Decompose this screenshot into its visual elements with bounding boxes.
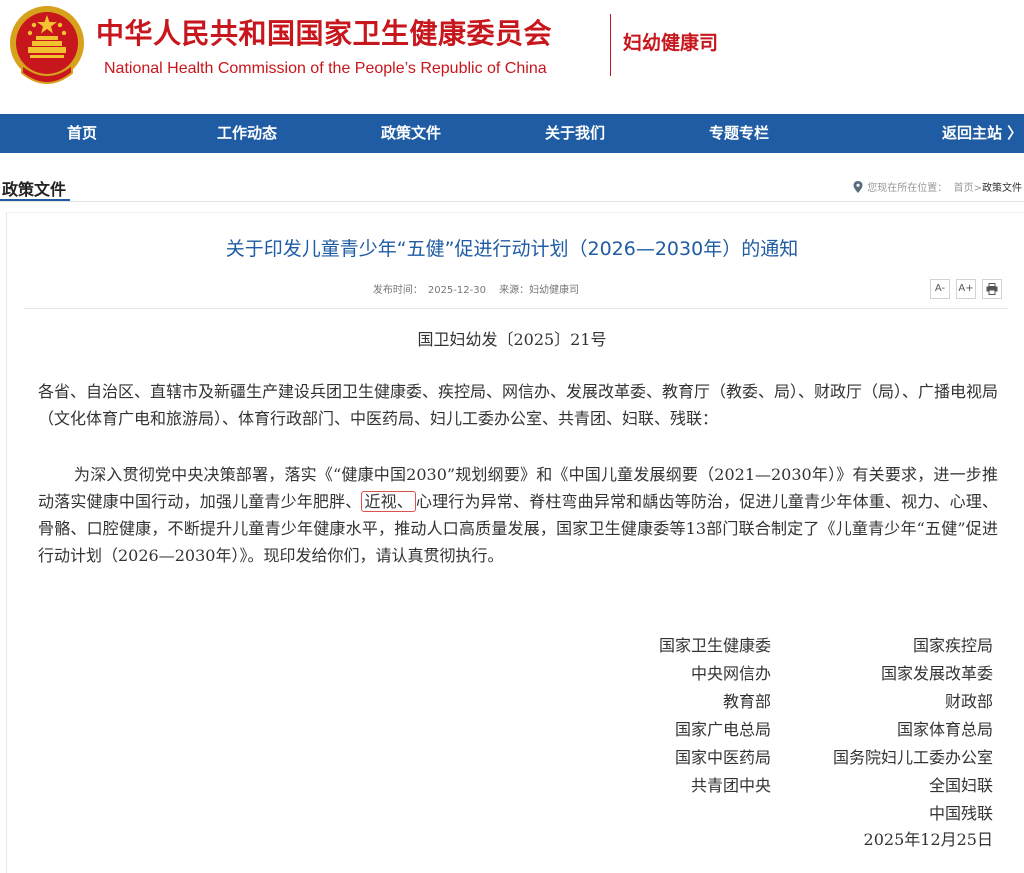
signatory-right: 全国妇联 <box>928 776 993 795</box>
article-meta: 发布时间： 2025-12-30 来源：妇幼健康司 <box>372 285 580 296</box>
signatory-left: 国家卫生健康委 <box>658 636 771 655</box>
nav-item-about-us[interactable]: 关于我们 <box>532 114 618 153</box>
signatory-right: 中国残联 <box>928 804 993 823</box>
signatory-left: 共青团中央 <box>690 776 771 795</box>
breadcrumb-label: 您现在所在位置： <box>867 183 948 194</box>
nav-item-back-to-main[interactable]: 返回主站 〉 <box>942 114 1024 153</box>
location-pin-icon <box>853 181 863 193</box>
font-decrease-button[interactable]: A- <box>930 279 950 299</box>
nav-item-home[interactable]: 首页 <box>42 114 122 153</box>
site-header: 中华人民共和国国家卫生健康委员会 National Health Commiss… <box>0 0 1024 114</box>
signatory-left: 国家中医药局 <box>674 748 771 767</box>
signatory-right: 国家体育总局 <box>896 720 993 739</box>
nav-item-policy-docs[interactable]: 政策文件 <box>368 114 454 153</box>
print-button[interactable] <box>982 279 1002 299</box>
breadcrumb-home-link[interactable]: 首页> <box>954 183 982 194</box>
document-date: 2025年12月25日 <box>863 830 993 849</box>
article-title: 关于印发儿童青少年“五健”促进行动计划（2026—2030年）的通知 <box>225 238 799 260</box>
national-emblem-icon[interactable] <box>8 3 86 87</box>
title-divider <box>24 308 1008 309</box>
breadcrumb-current[interactable]: 政策文件 <box>982 183 1022 194</box>
signatory-right: 国务院妇儿工委办公室 <box>832 748 993 767</box>
header-divider <box>610 14 611 76</box>
addressees: 各省、自治区、直辖市及新疆生产建设兵团卫生健康委、疾控局、网信办、发展改革委、教… <box>38 382 999 428</box>
signatory-left: 教育部 <box>722 692 771 711</box>
print-icon <box>986 283 998 295</box>
document-number: 国卫妇幼发〔2025〕21号 <box>417 330 607 349</box>
signatory-right: 国家发展改革委 <box>880 664 993 683</box>
highlighted-term: 近视、 <box>361 491 416 512</box>
signatory-right: 国家疾控局 <box>912 636 993 655</box>
section-title: 政策文件 <box>2 180 67 199</box>
department-name[interactable]: 妇幼健康司 <box>623 28 718 55</box>
nav-item-special-topics[interactable]: 专题专栏 <box>696 114 782 153</box>
breadcrumb-bar: 政策文件 您现在所在位置： 首页>政策文件 <box>0 172 1024 202</box>
site-name-en[interactable]: National Health Commission of the People… <box>104 60 547 78</box>
breadcrumb: 您现在所在位置： 首页>政策文件 <box>853 179 1022 194</box>
body-paragraph: 为深入贯彻党中央决策部署，落实《“健康中国2030”规划纲要》和《中国儿童发展纲… <box>38 461 998 569</box>
signatory-left: 国家广电总局 <box>674 720 771 739</box>
signatory-right: 财政部 <box>944 692 993 711</box>
site-name-cn[interactable]: 中华人民共和国国家卫生健康委员会 <box>96 12 552 52</box>
main-nav: 首页 工作动态 政策文件 关于我们 专题专栏 返回主站 〉 <box>0 114 1024 153</box>
nav-item-work-news[interactable]: 工作动态 <box>204 114 290 153</box>
font-increase-button[interactable]: A+ <box>956 279 976 299</box>
breadcrumb-divider <box>0 201 1024 202</box>
signatory-left: 中央网信办 <box>690 664 771 683</box>
